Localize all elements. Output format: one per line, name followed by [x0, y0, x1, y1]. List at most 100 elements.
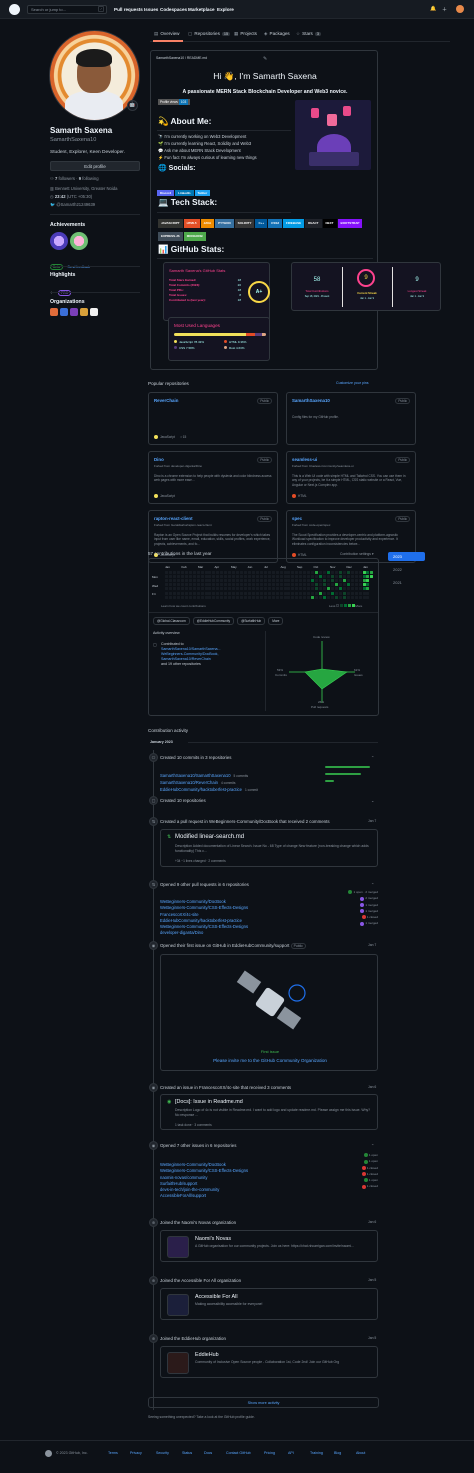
- contribution-cell[interactable]: [247, 595, 251, 599]
- contribution-cell[interactable]: [362, 575, 366, 579]
- contribution-cell[interactable]: [192, 579, 196, 583]
- contribution-cell[interactable]: [350, 579, 354, 583]
- contribution-cell[interactable]: [291, 583, 295, 587]
- tab-projects[interactable]: ▦ Projects: [234, 31, 257, 37]
- contribution-cell[interactable]: [165, 595, 168, 599]
- contribution-cell[interactable]: [330, 595, 334, 599]
- contribution-cell[interactable]: [244, 571, 247, 574]
- contribution-cell[interactable]: [338, 591, 342, 595]
- contribution-cell[interactable]: [212, 575, 216, 579]
- contribution-cell[interactable]: [366, 583, 370, 587]
- contribution-cell[interactable]: [283, 571, 287, 574]
- contribution-cell[interactable]: [334, 587, 338, 591]
- contribution-cell[interactable]: [184, 587, 188, 591]
- contribution-cell[interactable]: [354, 583, 358, 587]
- contribution-cell[interactable]: [212, 579, 216, 583]
- contribution-cell[interactable]: [208, 571, 212, 574]
- contribution-cell[interactable]: [303, 571, 307, 574]
- contribution-cell[interactable]: [295, 571, 299, 574]
- org-avatar[interactable]: [167, 1236, 189, 1258]
- contribution-cell[interactable]: [275, 595, 279, 599]
- contribution-cell[interactable]: [307, 571, 311, 574]
- contribution-cell[interactable]: [165, 587, 168, 591]
- contribution-cell[interactable]: [315, 579, 319, 583]
- contribution-cell[interactable]: [323, 587, 326, 591]
- contribution-cell[interactable]: [307, 583, 311, 587]
- contribution-settings-dropdown[interactable]: Contribution settings ▾: [340, 552, 374, 556]
- footer-link[interactable]: Privacy: [130, 1451, 142, 1455]
- contribution-cell[interactable]: [342, 595, 346, 599]
- contribution-cell[interactable]: [362, 591, 366, 595]
- contribution-cell[interactable]: [212, 595, 216, 599]
- contribution-cell[interactable]: [271, 587, 275, 591]
- contribution-cell[interactable]: [338, 583, 342, 587]
- contribution-cell[interactable]: [279, 583, 283, 587]
- twitter-handle[interactable]: @Samarth21249639: [56, 202, 95, 207]
- contribution-cell[interactable]: [168, 587, 172, 591]
- discord-badge[interactable]: Discord: [157, 190, 175, 196]
- contribution-cell[interactable]: [208, 587, 212, 591]
- contribution-cell[interactable]: [196, 595, 200, 599]
- contribution-cell[interactable]: [299, 571, 303, 574]
- contribution-cell[interactable]: [267, 591, 271, 595]
- contribution-cell[interactable]: [244, 579, 247, 583]
- contribution-cell[interactable]: [311, 583, 315, 587]
- footer-link[interactable]: Security: [156, 1451, 169, 1455]
- contribution-cell[interactable]: [200, 579, 204, 583]
- contribution-cell[interactable]: [200, 587, 204, 591]
- contribution-cell[interactable]: [228, 579, 232, 583]
- contribution-cell[interactable]: [362, 587, 366, 591]
- contribution-cell[interactable]: [255, 571, 259, 574]
- contribution-cell[interactable]: [184, 579, 188, 583]
- nav-explore[interactable]: Explore: [217, 7, 234, 12]
- contribution-cell[interactable]: [358, 579, 362, 583]
- org-name[interactable]: EddieHub: [195, 1352, 219, 1358]
- contribution-cell[interactable]: [232, 575, 236, 579]
- org-name[interactable]: Naomi's Novas: [195, 1236, 231, 1242]
- search-input[interactable]: Search or jump to...: [27, 5, 107, 14]
- contribution-cell[interactable]: [244, 575, 247, 579]
- contribution-cell[interactable]: [315, 595, 319, 599]
- nav-issues[interactable]: Issues: [144, 7, 158, 12]
- contribution-cell[interactable]: [319, 595, 323, 599]
- contribution-cell[interactable]: [255, 579, 259, 583]
- contribution-cell[interactable]: [358, 575, 362, 579]
- contribution-cell[interactable]: [168, 575, 172, 579]
- footer-link[interactable]: API: [288, 1451, 294, 1455]
- contribution-cell[interactable]: [236, 583, 240, 587]
- contribution-cell[interactable]: [204, 591, 208, 595]
- contribution-cell[interactable]: [370, 575, 374, 579]
- contribution-cell[interactable]: [279, 579, 283, 583]
- expand-icon[interactable]: ⌄: [371, 798, 374, 803]
- contribution-cell[interactable]: [232, 587, 236, 591]
- pr-name[interactable]: Modified linear-search.md: [175, 834, 244, 840]
- contribution-cell[interactable]: [244, 587, 247, 591]
- contribution-cell[interactable]: [291, 575, 295, 579]
- repo-name[interactable]: spec: [292, 516, 302, 521]
- nav-marketplace[interactable]: Marketplace: [188, 7, 215, 12]
- contribution-cell[interactable]: [358, 587, 362, 591]
- contribution-cell[interactable]: [311, 595, 315, 599]
- contribution-cell[interactable]: [232, 583, 236, 587]
- contribution-cell[interactable]: [334, 583, 338, 587]
- contribution-cell[interactable]: [259, 571, 263, 574]
- contribution-cell[interactable]: [263, 587, 267, 591]
- org-filter-global-classroom[interactable]: @Global-Classroom: [153, 617, 190, 625]
- org-global-classroom-icon[interactable]: [60, 308, 68, 316]
- contribution-cell[interactable]: [319, 575, 323, 579]
- contribution-cell[interactable]: [334, 575, 338, 579]
- nav-pull-requests[interactable]: Pull requests: [114, 7, 143, 12]
- contribution-cell[interactable]: [323, 579, 326, 583]
- contribution-cell[interactable]: [208, 595, 212, 599]
- contribution-cell[interactable]: [354, 579, 358, 583]
- contribution-cell[interactable]: [271, 583, 275, 587]
- contribution-cell[interactable]: [216, 591, 220, 595]
- contribution-cell[interactable]: [338, 595, 342, 599]
- contribution-cell[interactable]: [299, 575, 303, 579]
- contribution-cell[interactable]: [291, 587, 295, 591]
- contribution-cell[interactable]: [188, 591, 192, 595]
- contribution-cell[interactable]: [220, 595, 224, 599]
- contribution-cell[interactable]: [354, 571, 358, 574]
- contribution-cell[interactable]: [267, 595, 271, 599]
- contribution-cell[interactable]: [240, 575, 244, 579]
